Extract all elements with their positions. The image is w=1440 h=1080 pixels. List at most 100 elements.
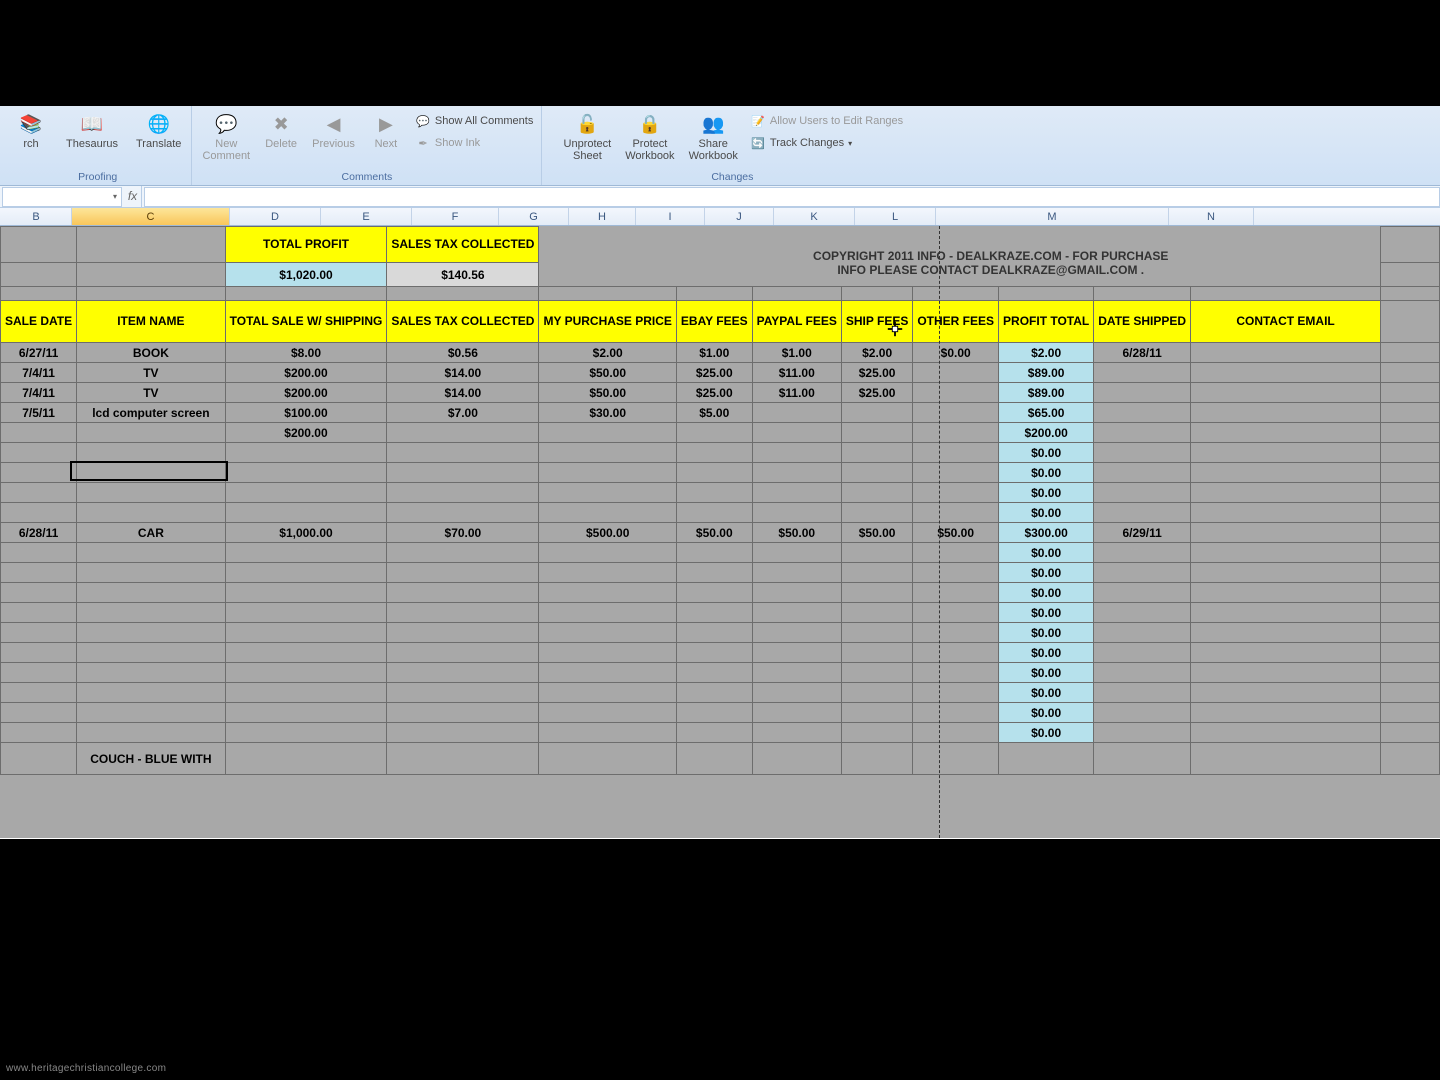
table-cell[interactable]	[841, 563, 912, 583]
table-cell[interactable]: $5.00	[676, 403, 752, 423]
table-cell[interactable]: $89.00	[999, 363, 1094, 383]
table-cell[interactable]: $50.00	[752, 523, 841, 543]
table-cell[interactable]	[676, 583, 752, 603]
table-cell[interactable]: $0.00	[999, 663, 1094, 683]
table-cell[interactable]	[539, 743, 676, 775]
cell[interactable]	[1, 287, 77, 301]
table-cell[interactable]	[676, 463, 752, 483]
table-cell[interactable]	[539, 503, 676, 523]
table-cell[interactable]: $25.00	[841, 363, 912, 383]
table-cell[interactable]	[1191, 743, 1381, 775]
table-cell[interactable]	[225, 583, 387, 603]
column-header-I[interactable]: I	[636, 208, 705, 225]
table-cell[interactable]	[1191, 623, 1381, 643]
table-cell[interactable]	[752, 423, 841, 443]
header-contact-email[interactable]: CONTACT EMAIL	[1191, 301, 1381, 343]
table-cell[interactable]	[225, 723, 387, 743]
table-cell[interactable]: $89.00	[999, 383, 1094, 403]
table-cell[interactable]	[1, 743, 77, 775]
table-cell[interactable]	[77, 703, 226, 723]
table-cell[interactable]	[387, 583, 539, 603]
table-cell[interactable]: $25.00	[676, 363, 752, 383]
ribbon-previous-comment-button[interactable]: ◀ Previous	[308, 110, 359, 152]
cell[interactable]	[1381, 443, 1440, 463]
table-cell[interactable]	[225, 463, 387, 483]
sales-tax-value[interactable]: $140.56	[387, 263, 539, 287]
table-cell[interactable]	[225, 663, 387, 683]
cell[interactable]	[841, 287, 912, 301]
table-cell[interactable]	[752, 623, 841, 643]
table-cell[interactable]	[913, 443, 999, 463]
table-cell[interactable]	[752, 443, 841, 463]
table-cell[interactable]	[913, 503, 999, 523]
table-cell[interactable]	[676, 663, 752, 683]
table-cell[interactable]: $50.00	[841, 523, 912, 543]
table-cell[interactable]	[841, 503, 912, 523]
table-cell[interactable]	[913, 603, 999, 623]
table-cell[interactable]: 7/4/11	[1, 363, 77, 383]
table-cell[interactable]	[1191, 723, 1381, 743]
table-cell[interactable]: $0.00	[999, 543, 1094, 563]
table-cell[interactable]: $0.00	[999, 623, 1094, 643]
table-cell[interactable]	[1, 703, 77, 723]
table-cell[interactable]	[1191, 403, 1381, 423]
table-cell[interactable]	[1094, 483, 1191, 503]
cell[interactable]	[1191, 287, 1381, 301]
table-cell[interactable]: lcd computer screen	[77, 403, 226, 423]
table-cell[interactable]	[387, 703, 539, 723]
table-cell[interactable]	[77, 623, 226, 643]
table-cell[interactable]	[539, 723, 676, 743]
table-cell[interactable]: $100.00	[225, 403, 387, 423]
table-cell[interactable]	[841, 703, 912, 723]
table-cell[interactable]	[676, 643, 752, 663]
table-cell[interactable]	[77, 683, 226, 703]
cell[interactable]	[77, 263, 226, 287]
ribbon-show-ink[interactable]: ✒ Show Ink	[413, 134, 535, 152]
column-header-C[interactable]: C	[72, 208, 230, 225]
table-cell[interactable]	[1191, 383, 1381, 403]
table-cell[interactable]	[752, 543, 841, 563]
cell[interactable]	[1381, 227, 1440, 263]
table-cell[interactable]: $25.00	[841, 383, 912, 403]
table-cell[interactable]: 7/5/11	[1, 403, 77, 423]
table-cell[interactable]: 7/4/11	[1, 383, 77, 403]
table-cell[interactable]	[77, 463, 226, 483]
table-cell[interactable]: $200.00	[225, 363, 387, 383]
table-cell[interactable]: 6/28/11	[1094, 343, 1191, 363]
table-cell[interactable]: $11.00	[752, 383, 841, 403]
table-cell[interactable]: $200.00	[225, 383, 387, 403]
table-cell[interactable]	[1094, 583, 1191, 603]
cell[interactable]	[1, 263, 77, 287]
table-cell[interactable]	[1191, 563, 1381, 583]
table-cell[interactable]	[1191, 703, 1381, 723]
table-cell[interactable]: $300.00	[999, 523, 1094, 543]
table-cell[interactable]	[913, 403, 999, 423]
ribbon-next-comment-button[interactable]: ▶ Next	[365, 110, 407, 152]
table-cell[interactable]: $1.00	[676, 343, 752, 363]
table-cell[interactable]	[841, 583, 912, 603]
cell[interactable]	[1381, 503, 1440, 523]
table-cell[interactable]: $0.00	[999, 463, 1094, 483]
table-cell[interactable]	[225, 603, 387, 623]
cell[interactable]	[1381, 403, 1440, 423]
table-cell[interactable]: $50.00	[539, 363, 676, 383]
table-cell[interactable]	[676, 443, 752, 463]
table-cell[interactable]: $50.00	[913, 523, 999, 543]
table-cell[interactable]	[387, 723, 539, 743]
ribbon-new-comment-button[interactable]: 💬 New Comment	[198, 110, 254, 164]
table-cell[interactable]	[1, 603, 77, 623]
table-cell[interactable]	[1191, 443, 1381, 463]
table-cell[interactable]	[913, 543, 999, 563]
table-cell[interactable]	[1, 643, 77, 663]
table-cell[interactable]	[387, 483, 539, 503]
table-cell[interactable]	[676, 623, 752, 643]
header-profit-total[interactable]: PROFIT TOTAL	[999, 301, 1094, 343]
cell[interactable]	[1381, 483, 1440, 503]
cell[interactable]	[1381, 287, 1440, 301]
table-cell[interactable]	[539, 423, 676, 443]
table-cell[interactable]: $1.00	[752, 343, 841, 363]
column-header-G[interactable]: G	[499, 208, 569, 225]
table-cell[interactable]: 6/28/11	[1, 523, 77, 543]
table-cell[interactable]: $0.00	[999, 583, 1094, 603]
ribbon-show-all-comments[interactable]: 💬 Show All Comments	[413, 112, 535, 130]
